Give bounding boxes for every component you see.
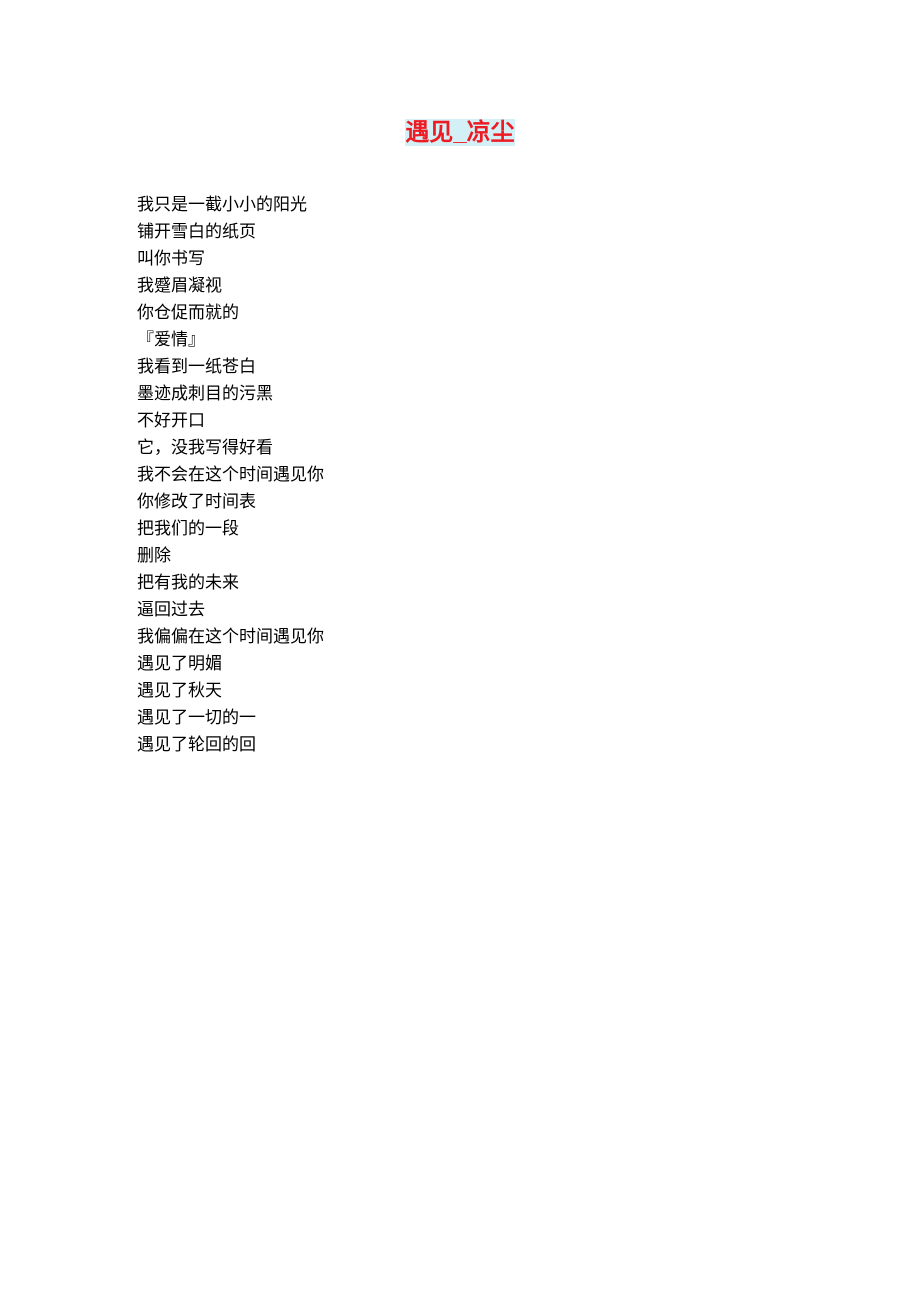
poem-line: 不好开口 — [137, 407, 783, 434]
poem-line: 你仓促而就的 — [137, 299, 783, 326]
title-part1: 遇见 — [405, 119, 453, 146]
poem-line: 铺开雪白的纸页 — [137, 218, 783, 245]
poem-line: 我不会在这个时间遇见你 — [137, 461, 783, 488]
title-separator: _ — [453, 119, 466, 146]
poem-line: 逼回过去 — [137, 596, 783, 623]
document-title: 遇见_凉尘 — [137, 112, 783, 147]
poem-line: 它，没我写得好看 — [137, 434, 783, 461]
poem-line: 把有我的未来 — [137, 569, 783, 596]
poem-line: 遇见了秋天 — [137, 677, 783, 704]
poem-line: 我蹙眉凝视 — [137, 272, 783, 299]
poem-line: 遇见了一切的一 — [137, 704, 783, 731]
poem-line: 我只是一截小小的阳光 — [137, 191, 783, 218]
poem-line: 你修改了时间表 — [137, 488, 783, 515]
poem-line: 我偏偏在这个时间遇见你 — [137, 623, 783, 650]
poem-line: 『爱情』 — [137, 326, 783, 353]
poem-line: 把我们的一段 — [137, 515, 783, 542]
poem-line: 叫你书写 — [137, 245, 783, 272]
poem-line: 删除 — [137, 542, 783, 569]
poem-line: 遇见了明媚 — [137, 650, 783, 677]
poem-line: 遇见了轮回的回 — [137, 731, 783, 758]
poem-line: 墨迹成刺目的污黑 — [137, 380, 783, 407]
page-container: 遇见_凉尘 我只是一截小小的阳光 铺开雪白的纸页 叫你书写 我蹙眉凝视 你仓促而… — [0, 0, 920, 758]
title-part2: 凉尘 — [467, 119, 515, 146]
poem-line: 我看到一纸苍白 — [137, 353, 783, 380]
poem-content: 我只是一截小小的阳光 铺开雪白的纸页 叫你书写 我蹙眉凝视 你仓促而就的 『爱情… — [137, 191, 783, 758]
